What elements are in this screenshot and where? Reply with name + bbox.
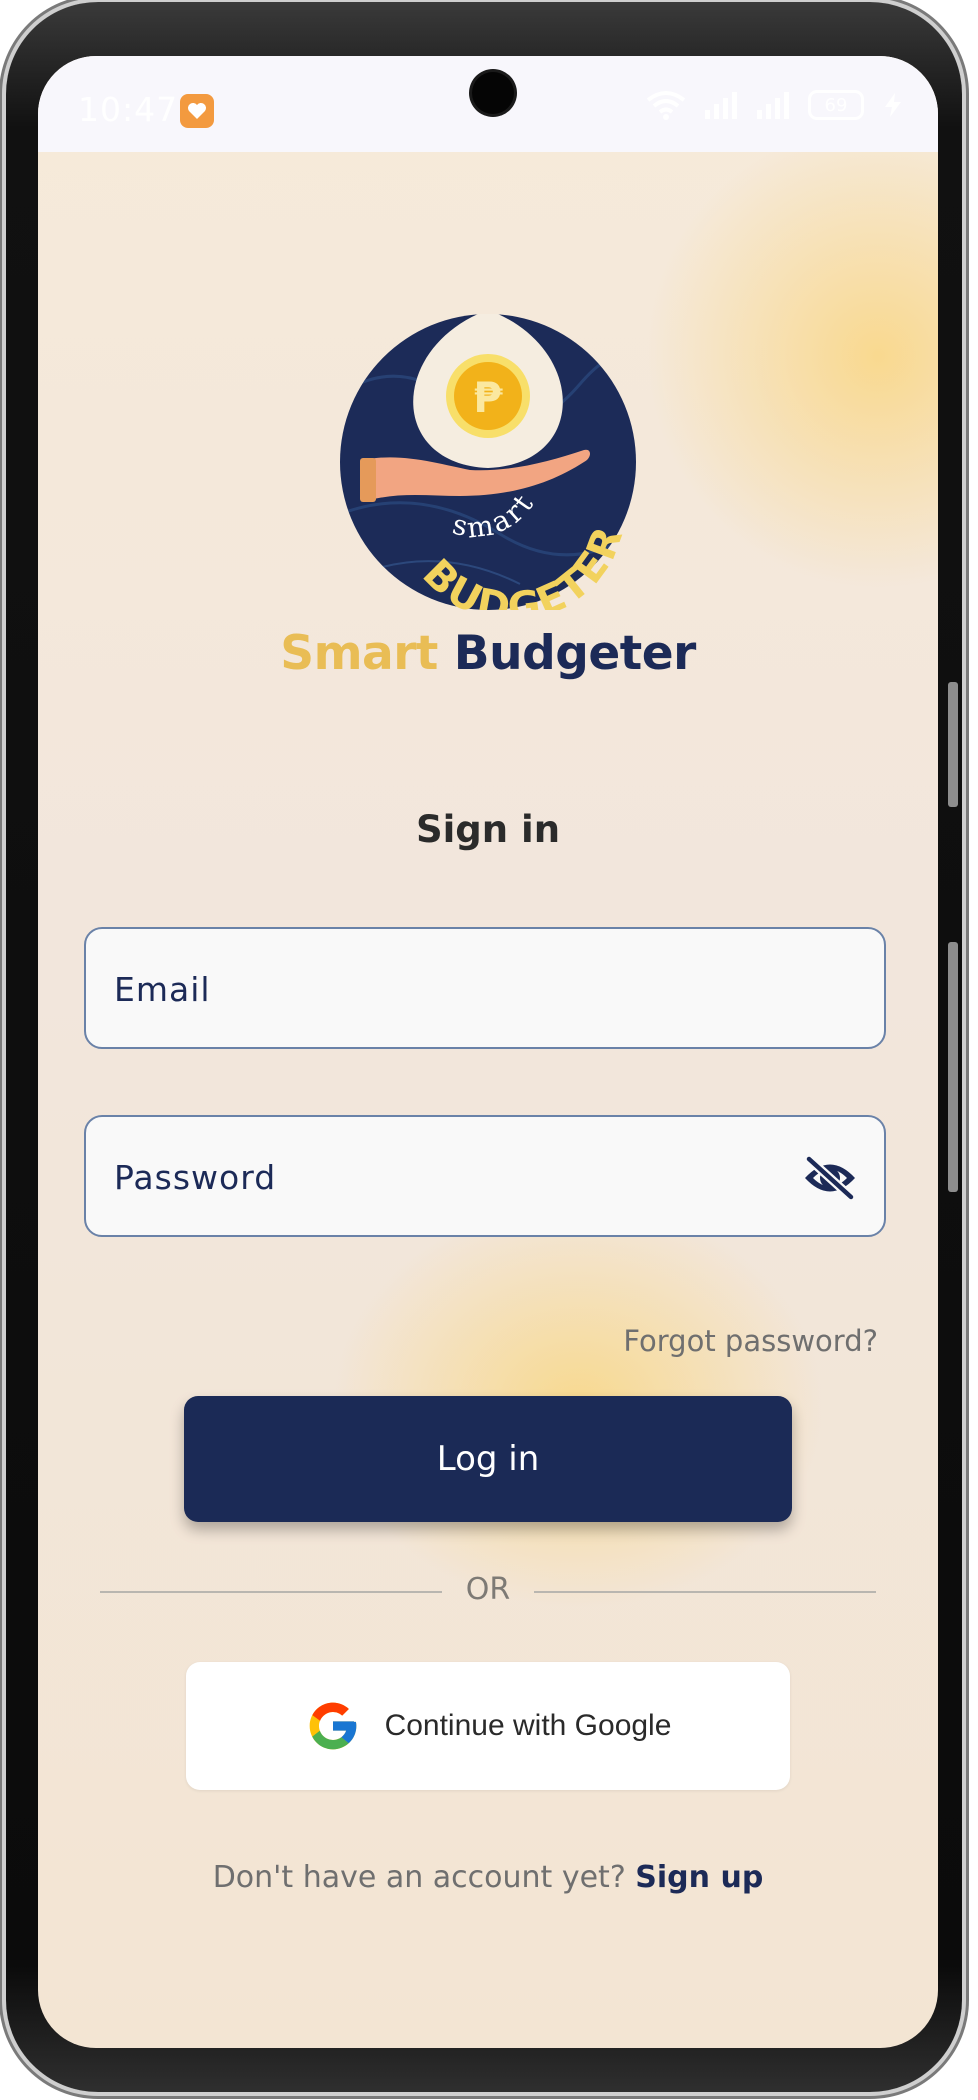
- divider-line-left: [100, 1591, 442, 1593]
- email-input[interactable]: [112, 929, 806, 1049]
- status-time: 10:47: [78, 90, 179, 129]
- battery-level: 69: [824, 94, 848, 116]
- divider-line-right: [534, 1591, 876, 1593]
- front-camera: [472, 72, 514, 114]
- status-bar: 10:47 69: [38, 56, 938, 152]
- eye-off-icon[interactable]: [802, 1155, 858, 1201]
- signup-prompt: Don't have an account yet?: [212, 1860, 626, 1895]
- signal-icon-2: [757, 92, 789, 119]
- forgot-password-link[interactable]: Forgot password?: [623, 1324, 878, 1358]
- app-name-smart: Smart: [280, 626, 438, 681]
- status-icons: 69: [646, 90, 904, 120]
- signal-icon: [705, 92, 737, 119]
- google-signin-button[interactable]: Continue with Google: [186, 1662, 790, 1790]
- charging-icon: [885, 93, 901, 117]
- wifi-icon: [646, 91, 686, 120]
- password-field[interactable]: [84, 1115, 886, 1237]
- email-field[interactable]: [84, 927, 886, 1049]
- page-title: Sign in: [415, 808, 561, 851]
- google-button-label: Continue with Google: [384, 1709, 672, 1742]
- volume-button: [948, 942, 958, 1192]
- app-name: Smart Budgeter: [38, 626, 938, 681]
- password-input[interactable]: [112, 1117, 806, 1237]
- notification-app-icon: [180, 94, 214, 128]
- power-button: [948, 682, 958, 807]
- signup-link[interactable]: Sign up: [635, 1860, 763, 1895]
- battery-icon: 69: [808, 90, 864, 120]
- or-divider-label: OR: [465, 1572, 511, 1607]
- login-button[interactable]: Log in: [184, 1396, 792, 1522]
- app-name-budgeter: Budgeter: [453, 626, 696, 681]
- signup-row: Don't have an account yet? Sign up: [38, 1860, 938, 1895]
- app-screen: 10:47 69 ₱ smart BUDGETER Smart Budgeter…: [38, 56, 938, 2048]
- phone-frame: 10:47 69 ₱ smart BUDGETER Smart Budgeter…: [6, 2, 962, 2092]
- app-logo: ₱ smart BUDGETER: [340, 314, 636, 632]
- google-icon: [309, 1702, 356, 1750]
- coin-symbol: ₱: [473, 373, 503, 422]
